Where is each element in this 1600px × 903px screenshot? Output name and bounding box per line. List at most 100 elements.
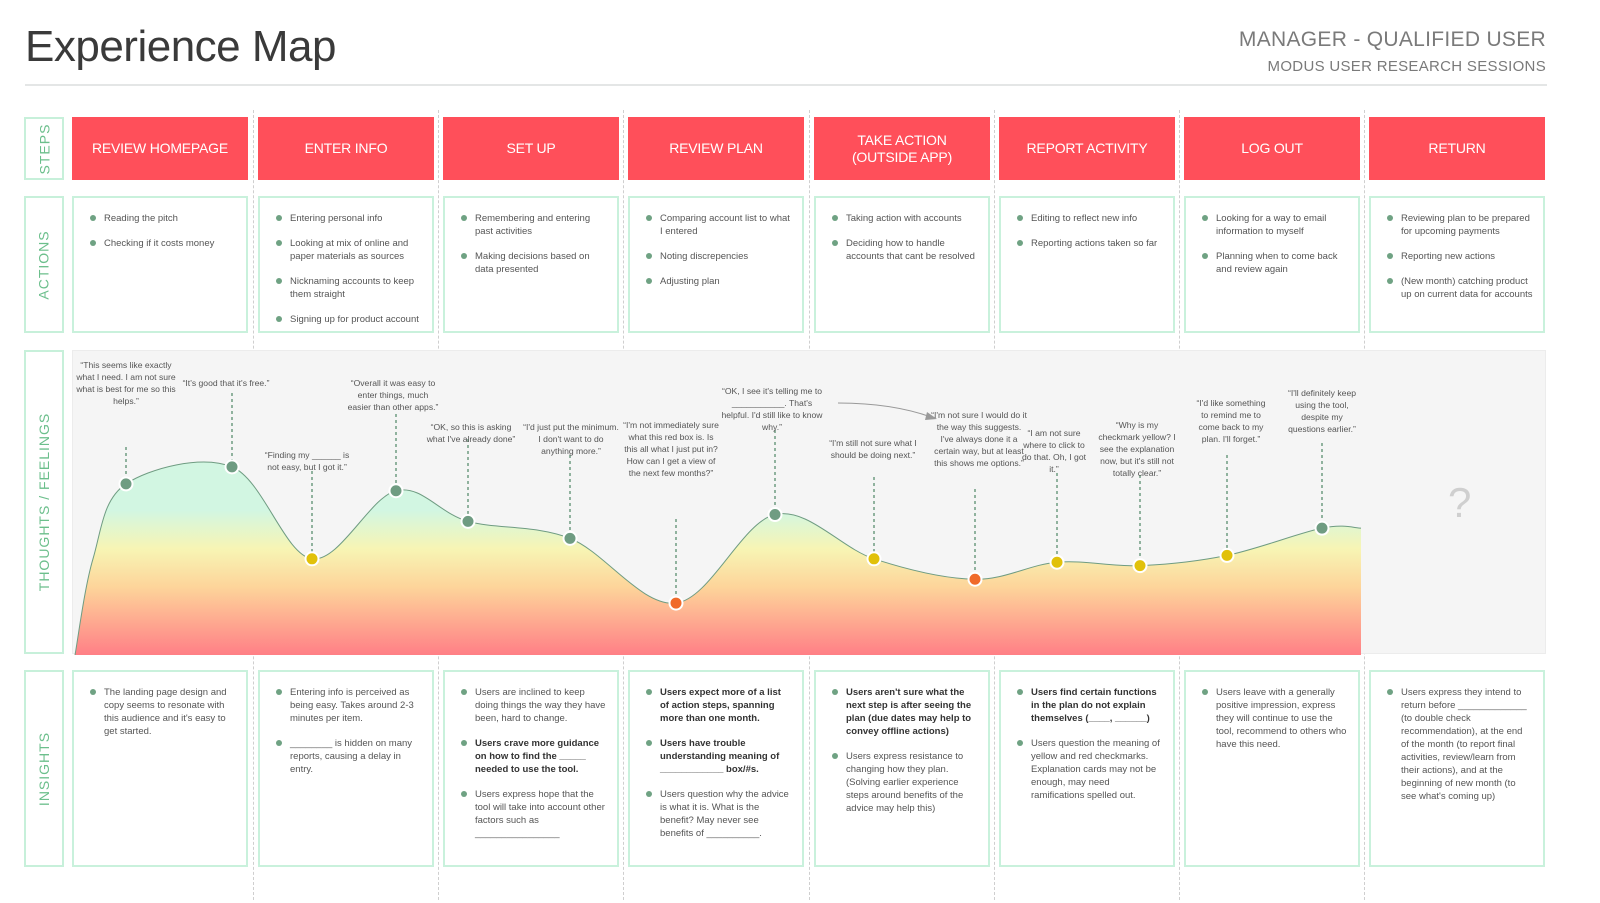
insight-item: Users question the meaning of yellow and…: [1015, 737, 1163, 802]
sentiment-area: [75, 462, 1361, 655]
row-label-actions: ACTIONS: [24, 196, 64, 333]
user-quote: “I'm not sure I would do it the way this…: [931, 410, 1027, 468]
step-1[interactable]: ENTER INFO: [258, 117, 434, 180]
actions-card: Looking for a way to email information t…: [1184, 196, 1360, 333]
sentiment-point-positive[interactable]: [460, 513, 476, 529]
user-quote: “I'm still not sure what I should be doi…: [829, 438, 917, 460]
insight-item: Users express resistance to changing how…: [830, 750, 978, 815]
action-item: Editing to reflect new info: [1015, 212, 1163, 225]
sentiment-point-neutral[interactable]: [866, 551, 882, 567]
step-3[interactable]: REVIEW PLAN: [628, 117, 804, 180]
action-item: Looking at mix of online and paper mater…: [274, 237, 422, 263]
action-item: (New month) catching product up on curre…: [1385, 275, 1533, 301]
step-label: TAKE ACTION (OUTSIDE APP): [851, 131, 953, 165]
actions-card: Remembering and entering past activities…: [443, 196, 619, 333]
action-item: Signing up for product account: [274, 313, 422, 326]
insights-card: Users are inclined to keep doing things …: [443, 670, 619, 867]
action-item: Making decisions based on data presented: [459, 250, 607, 276]
step-label: LOG OUT: [1241, 140, 1303, 156]
sentiment-point-positive[interactable]: [767, 507, 783, 523]
actions-card: Comparing account list to what I entered…: [628, 196, 804, 333]
user-quote: “This seems like exactly what I need. I …: [76, 360, 176, 406]
step-label: RETURN: [1428, 140, 1486, 156]
sentiment-point-neutral[interactable]: [1219, 547, 1235, 563]
sentiment-point-positive[interactable]: [118, 476, 134, 492]
header-divider: [25, 84, 1547, 86]
user-quote: “I'd like something to remind me to come…: [1196, 398, 1266, 444]
row-label-thoughts: THOUGHTS / FEELINGS: [24, 350, 64, 654]
insight-item: Entering info is perceived as being easy…: [274, 686, 422, 725]
step-0[interactable]: REVIEW HOMEPAGE: [72, 117, 248, 180]
row-label-text: STEPS: [36, 123, 52, 174]
row-label-text: INSIGHTS: [36, 731, 52, 806]
row-label-text: THOUGHTS / FEELINGS: [36, 412, 52, 592]
insight-item: Users have trouble understanding meaning…: [644, 737, 792, 776]
sentiment-point-positive[interactable]: [562, 530, 578, 546]
step-label: REVIEW HOMEPAGE: [92, 140, 228, 156]
sentiment-point-positive[interactable]: [224, 459, 240, 475]
sentiment-point-neutral[interactable]: [1132, 558, 1148, 574]
row-label-steps: STEPS: [24, 117, 64, 180]
user-quote: “I am not sure where to click to do that…: [1021, 428, 1087, 474]
user-quote: “I'll definitely keep using the tool, de…: [1287, 388, 1357, 434]
action-item: Reporting actions taken so far: [1015, 237, 1163, 250]
user-quote: “Why is my checkmark yellow? I see the e…: [1098, 420, 1176, 478]
user-quote: “Finding my ______ is not easy, but I go…: [264, 450, 350, 472]
sentiment-point-negative[interactable]: [967, 571, 983, 587]
research-subtitle: MODUS USER RESEARCH SESSIONS: [1267, 58, 1546, 75]
insight-item: Users question why the advice is what it…: [644, 788, 792, 840]
user-quote: “It's good that it's free.”: [182, 378, 270, 388]
insights-card: Users aren't sure what the next step is …: [814, 670, 990, 867]
step-label: SET UP: [506, 140, 556, 156]
insights-card: Users find certain functions in the plan…: [999, 670, 1175, 867]
step-6[interactable]: LOG OUT: [1184, 117, 1360, 180]
thoughts-chart: “This seems like exactly what I need. I …: [72, 350, 1546, 655]
insights-card: Users express they intend to return befo…: [1369, 670, 1545, 867]
unknown-sentiment-icon: ?: [1448, 479, 1472, 526]
actions-card: Entering personal info Looking at mix of …: [258, 196, 434, 333]
actions-card: Editing to reflect new info Reporting act…: [999, 196, 1175, 333]
sentiment-point-positive[interactable]: [388, 483, 404, 499]
action-item: Remembering and entering past activities: [459, 212, 607, 238]
sentiment-point-negative[interactable]: [668, 595, 684, 611]
insight-item: Users express they intend to return befo…: [1385, 686, 1533, 803]
action-item: Comparing account list to what I entered: [644, 212, 792, 238]
actions-card: Reviewing plan to be prepared for upcomi…: [1369, 196, 1545, 333]
step-label: REPORT ACTIVITY: [1026, 140, 1148, 156]
insights-card: Users leave with a generally positive im…: [1184, 670, 1360, 867]
insights-card: Entering info is perceived as being easy…: [258, 670, 434, 867]
action-item: Checking if it costs money: [88, 237, 236, 250]
step-label: REVIEW PLAN: [669, 140, 763, 156]
action-item: Looking for a way to email information t…: [1200, 212, 1348, 238]
insight-item: Users express hope that the tool will ta…: [459, 788, 607, 840]
insights-card: Users expect more of a list of action st…: [628, 670, 804, 867]
user-quote: “I'd just put the minimum. I don't want …: [523, 422, 619, 456]
insight-item: Users expect more of a list of action st…: [644, 686, 792, 725]
step-7[interactable]: RETURN: [1369, 117, 1545, 180]
persona-block: MANAGER - QUALIFIED USER MODUS USER RESE…: [1239, 28, 1546, 75]
user-quote: “OK, I see it's telling me to __________…: [721, 386, 823, 432]
row-label-insights: INSIGHTS: [24, 670, 64, 867]
insight-item: Users leave with a generally positive im…: [1200, 686, 1348, 751]
step-4[interactable]: TAKE ACTION (OUTSIDE APP): [814, 117, 990, 180]
action-item: Taking action with accounts: [830, 212, 978, 225]
insight-item: Users crave more guidance on how to find…: [459, 737, 607, 776]
action-item: Noting discrepencies: [644, 250, 792, 263]
action-item: Reporting new actions: [1385, 250, 1533, 263]
page-title: Experience Map: [25, 22, 336, 71]
sentiment-point-positive[interactable]: [1314, 520, 1330, 536]
action-item: Adjusting plan: [644, 275, 792, 288]
insight-item: The landing page design and copy seems t…: [88, 686, 236, 738]
step-5[interactable]: REPORT ACTIVITY: [999, 117, 1175, 180]
quote-arrow: [837, 402, 932, 418]
action-item: Nicknaming accounts to keep them straigh…: [274, 275, 422, 301]
user-quote: “OK, so this is asking what I've already…: [426, 422, 516, 444]
sentiment-point-neutral[interactable]: [304, 551, 320, 567]
action-item: Deciding how to handle accounts that can…: [830, 237, 978, 263]
row-label-text: ACTIONS: [36, 229, 53, 300]
sentiment-point-neutral[interactable]: [1049, 554, 1065, 570]
step-2[interactable]: SET UP: [443, 117, 619, 180]
actions-card: Reading the pitch Checking if it costs mo…: [72, 196, 248, 333]
user-quote: “Overall it was easy to enter things, mu…: [347, 378, 439, 412]
insight-item: Users find certain functions in the plan…: [1015, 686, 1163, 725]
